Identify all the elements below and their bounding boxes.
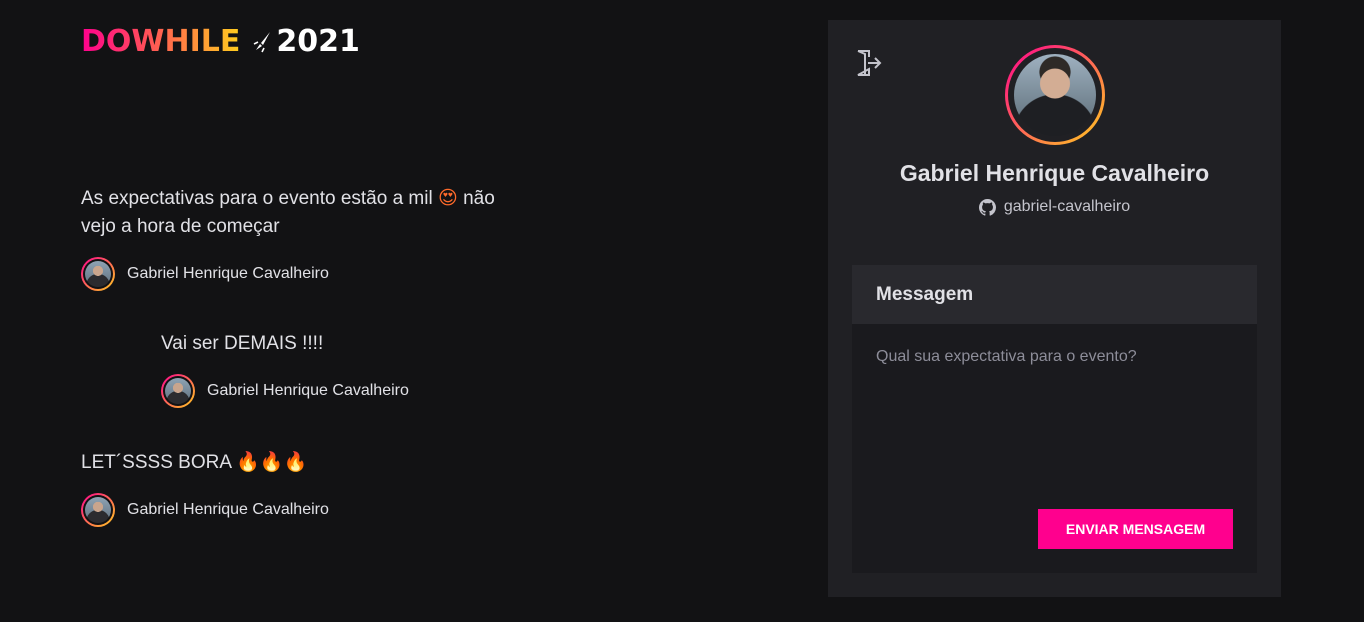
avatar [81,257,115,291]
avatar [161,374,195,408]
message-text: As expectativas para o evento estão a mi… [81,187,495,237]
rocket-icon [254,32,271,53]
message-author: Gabriel Henrique Cavalheiro [161,374,611,408]
profile-avatar [1005,45,1105,145]
message-item: LET´SSSS BORA 🔥🔥🔥 Gabriel Henrique Caval… [81,448,531,527]
message-item: As expectativas para o evento estão a mi… [81,184,531,291]
author-name: Gabriel Henrique Cavalheiro [127,501,329,518]
sign-out-icon [857,50,882,76]
github-icon [978,198,996,216]
send-message-button[interactable]: ENVIAR MENSAGEM [1038,509,1233,549]
sign-out-button[interactable] [854,48,884,78]
message-text: LET´SSSS BORA 🔥🔥🔥 [81,451,308,473]
dowhile-logo: DOWHILE 2021 [81,24,360,60]
message-author: Gabriel Henrique Cavalheiro [81,493,531,527]
fire-emoji: 🔥🔥🔥 [236,451,308,473]
message-author: Gabriel Henrique Cavalheiro [81,257,531,291]
message-form: Messagem ENVIAR MENSAGEM [852,265,1257,573]
author-name: Gabriel Henrique Cavalheiro [207,382,409,399]
message-text: Vai ser DEMAIS !!!! [161,333,324,354]
avatar [81,493,115,527]
logo-year: 2021 [276,24,360,59]
logo-wordmark: DOWHILE [81,24,241,59]
profile-name: Gabriel Henrique Cavalheiro [899,160,1210,186]
user-panel: Gabriel Henrique Cavalheiro gabriel-cava… [828,20,1281,597]
message-item: Vai ser DEMAIS !!!! Gabriel Henrique Cav… [161,330,611,408]
form-title: Messagem [852,265,1257,324]
message-input[interactable] [852,324,1257,484]
author-name: Gabriel Henrique Cavalheiro [127,265,329,282]
star-eyes-emoji: 😍 [437,187,458,209]
github-username: gabriel-cavalheiro [828,198,1281,216]
